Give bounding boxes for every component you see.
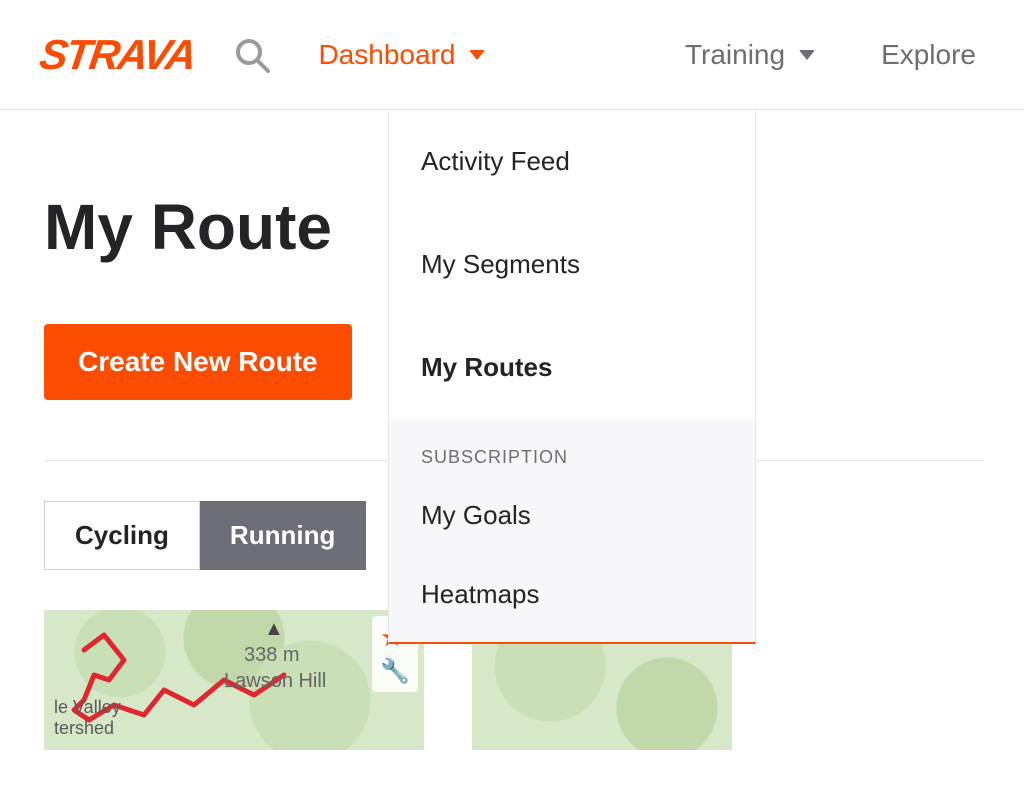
hill-label: Lawson Hill — [224, 670, 326, 693]
nav-explore-label: Explore — [881, 39, 976, 71]
nav-training[interactable]: Training — [677, 0, 823, 110]
dd-subscription-heading: SUBSCRIPTION — [421, 447, 723, 476]
search-icon[interactable] — [232, 35, 272, 75]
chevron-down-icon — [799, 50, 815, 60]
dd-activity-feed[interactable]: Activity Feed — [389, 110, 755, 213]
nav-dashboard[interactable]: Dashboard — [310, 0, 493, 110]
route-card[interactable]: ▲ 338 m Lawson Hill le Valley tershed ★ … — [44, 610, 424, 750]
tab-cycling[interactable]: Cycling — [44, 501, 200, 570]
dd-heatmaps[interactable]: Heatmaps — [421, 555, 723, 634]
nav-dashboard-label: Dashboard — [318, 39, 455, 71]
brand-logo[interactable]: STRAVA — [37, 31, 198, 79]
dd-subscription-section: SUBSCRIPTION My Goals Heatmaps — [389, 419, 755, 642]
elevation-label: 338 m — [244, 644, 300, 667]
dd-my-segments[interactable]: My Segments — [389, 213, 755, 316]
nav-explore[interactable]: Explore — [873, 0, 984, 110]
tab-running[interactable]: Running — [200, 501, 366, 570]
peak-icon: ▲ — [264, 618, 284, 641]
wrench-icon[interactable]: 🔧 — [380, 660, 410, 684]
dashboard-dropdown: Activity Feed My Segments My Routes SUBS… — [388, 110, 756, 644]
place-label-2: tershed — [54, 718, 121, 740]
nav-training-label: Training — [685, 39, 785, 71]
dd-my-goals[interactable]: My Goals — [421, 476, 723, 555]
chevron-down-icon — [469, 50, 485, 60]
place-label-1: le Valley — [54, 697, 121, 719]
create-new-route-button[interactable]: Create New Route — [44, 324, 352, 400]
map-place-labels: le Valley tershed — [54, 697, 121, 740]
dd-my-routes[interactable]: My Routes — [389, 316, 755, 419]
top-nav: STRAVA Dashboard Training Explore — [0, 0, 1024, 110]
